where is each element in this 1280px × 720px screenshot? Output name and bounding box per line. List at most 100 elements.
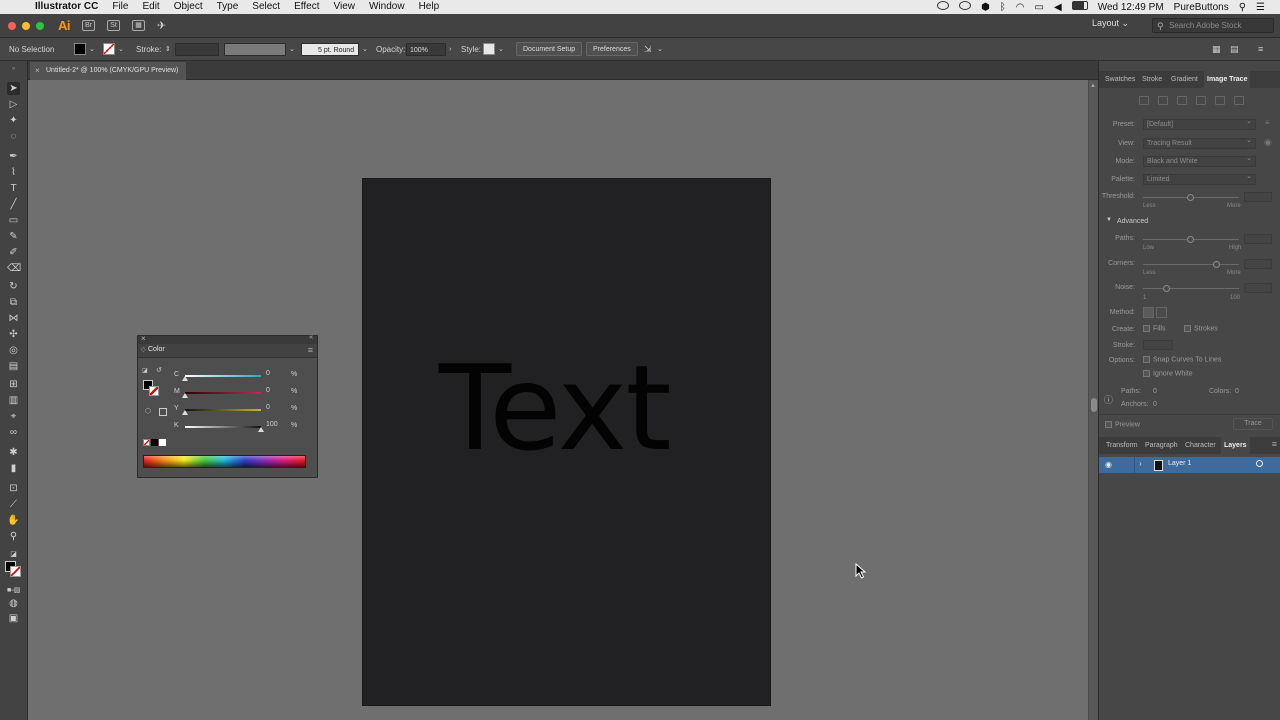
blend-tool-icon[interactable]: ∞ bbox=[7, 426, 20, 439]
expand-layer-chevron-icon[interactable]: › bbox=[1139, 459, 1142, 468]
stroke-swatch[interactable] bbox=[103, 43, 115, 55]
symbol-sprayer-tool-icon[interactable]: ✱ bbox=[7, 446, 20, 459]
menu-effect[interactable]: Effect bbox=[287, 0, 326, 14]
color-mode-icons[interactable]: ■▫▨ bbox=[7, 584, 20, 597]
menu-help[interactable]: Help bbox=[412, 0, 447, 14]
color-panel-collapse-icon[interactable]: « bbox=[309, 334, 313, 341]
preview-option[interactable]: Preview bbox=[1105, 421, 1140, 428]
grayscale-preset-icon[interactable] bbox=[1196, 96, 1206, 105]
stroke-stepper-icon[interactable]: ⇕ bbox=[165, 43, 171, 56]
preset-menu-icon[interactable]: ≡ bbox=[1265, 118, 1270, 127]
method-abutting-icon[interactable] bbox=[1143, 307, 1154, 318]
tab-gradient[interactable]: Gradient bbox=[1171, 71, 1198, 88]
screen-mode-icon[interactable]: ▣ bbox=[7, 612, 20, 625]
slice-tool-icon[interactable]: ⟋ bbox=[7, 498, 20, 511]
menu-view[interactable]: View bbox=[326, 0, 362, 14]
vertical-scrollbar[interactable]: ▲ bbox=[1088, 80, 1098, 720]
arrange-icon[interactable]: ⇲ bbox=[644, 43, 652, 56]
volume-icon[interactable]: ◀ bbox=[1049, 2, 1067, 13]
control-menu-icon[interactable]: ≡ bbox=[1258, 43, 1263, 56]
align-icon[interactable]: ▦ bbox=[1212, 43, 1221, 56]
profile-dropdown-icon[interactable]: ⌄ bbox=[289, 43, 295, 56]
type-tool-icon[interactable]: T bbox=[7, 182, 20, 195]
layer-target-icon[interactable] bbox=[1256, 460, 1263, 467]
corners-knob[interactable] bbox=[1213, 261, 1220, 268]
cyan-slider-track[interactable] bbox=[185, 375, 261, 377]
rotate-tool-icon[interactable]: ↻ bbox=[7, 280, 20, 293]
width-tool-icon[interactable]: ⋈ bbox=[7, 312, 20, 325]
fill-stroke-indicator[interactable] bbox=[5, 561, 21, 577]
white-quick-swatch[interactable] bbox=[159, 439, 166, 446]
corners-field[interactable] bbox=[1244, 259, 1272, 269]
opacity-arrow-icon[interactable]: › bbox=[449, 43, 451, 56]
fill-dropdown-icon[interactable]: ⌄ bbox=[89, 43, 95, 56]
menu-type[interactable]: Type bbox=[210, 0, 246, 14]
wifi-icon[interactable]: ◠ bbox=[1011, 2, 1030, 13]
snap-curves-option[interactable]: Snap Curves To Lines bbox=[1143, 356, 1221, 363]
hand-tool-icon[interactable]: ✋ bbox=[7, 514, 20, 527]
fills-option[interactable]: Fills bbox=[1143, 325, 1165, 332]
column-graph-tool-icon[interactable]: ▮ bbox=[7, 462, 20, 475]
menu-select[interactable]: Select bbox=[245, 0, 287, 14]
web-safe-icon[interactable] bbox=[159, 408, 167, 416]
zoom-tool-icon[interactable]: ⚲ bbox=[7, 530, 20, 543]
arrange-documents-icon[interactable]: ▦ bbox=[132, 20, 145, 31]
black-slider-handle[interactable] bbox=[258, 427, 264, 432]
black-quick-swatch[interactable] bbox=[151, 439, 158, 446]
yellow-slider-handle[interactable] bbox=[182, 410, 188, 415]
scroll-up-icon[interactable]: ▲ bbox=[1090, 83, 1096, 89]
cyan-slider-handle[interactable] bbox=[182, 376, 188, 381]
default-colors-icon[interactable]: ◪ bbox=[142, 367, 148, 374]
bluetooth-icon[interactable]: ᛒ bbox=[995, 2, 1011, 13]
menu-object[interactable]: Object bbox=[167, 0, 210, 14]
zoom-window-button[interactable] bbox=[36, 21, 44, 30]
stroke-width-field[interactable] bbox=[1143, 340, 1173, 350]
menu-app-name[interactable]: Illustrator CC bbox=[26, 0, 105, 14]
layer-row[interactable]: ◉ › Layer 1 bbox=[1099, 457, 1280, 473]
record-icon[interactable] bbox=[932, 1, 954, 13]
style-dropdown-icon[interactable]: ⌄ bbox=[498, 43, 504, 56]
shaper-tool-icon[interactable]: ✐ bbox=[7, 246, 20, 259]
menu-window[interactable]: Window bbox=[362, 0, 412, 14]
panel-options-icon[interactable]: ▤ bbox=[1230, 43, 1239, 56]
paths-knob[interactable] bbox=[1187, 236, 1194, 243]
advanced-label[interactable]: Advanced bbox=[1117, 218, 1148, 225]
preset-select[interactable]: [Default] bbox=[1143, 117, 1256, 130]
default-fill-stroke-icon[interactable]: ◪ bbox=[7, 548, 20, 561]
none-swatch[interactable] bbox=[143, 439, 150, 446]
color-panel-header[interactable]: × « bbox=[138, 334, 317, 344]
threshold-knob[interactable] bbox=[1187, 194, 1194, 201]
advanced-toggle-icon[interactable]: ▼ bbox=[1106, 217, 1112, 223]
tab-character[interactable]: Character bbox=[1185, 437, 1216, 454]
artboard[interactable]: Text bbox=[362, 178, 771, 706]
magenta-value[interactable]: 0 bbox=[266, 387, 286, 397]
mode-select[interactable]: Black and White bbox=[1143, 154, 1256, 167]
user-name[interactable]: PureButtons bbox=[1169, 2, 1234, 13]
ignore-white-option[interactable]: Ignore White bbox=[1143, 370, 1193, 377]
view-eye-icon[interactable]: ◉ bbox=[1264, 137, 1272, 148]
minimize-window-button[interactable] bbox=[22, 21, 30, 30]
auto-color-preset-icon[interactable] bbox=[1139, 96, 1149, 105]
direct-selection-tool-icon[interactable]: ▷ bbox=[7, 98, 20, 111]
color-panel-close-icon[interactable]: × bbox=[141, 334, 146, 343]
graphic-style-swatch[interactable] bbox=[483, 43, 495, 55]
menu-file[interactable]: File bbox=[105, 0, 135, 14]
stock-icon[interactable]: St bbox=[107, 20, 120, 31]
tab-transform[interactable]: Transform bbox=[1106, 437, 1138, 454]
eyedropper-tool-icon[interactable]: ⌖ bbox=[7, 410, 20, 423]
status-icon[interactable] bbox=[954, 1, 976, 13]
variable-width-profile[interactable] bbox=[224, 43, 286, 56]
scale-tool-icon[interactable]: ⧉ bbox=[7, 296, 20, 309]
pen-tool-icon[interactable]: ✒ bbox=[7, 150, 20, 163]
stock-search-input[interactable]: ⚲ Search Adobe Stock bbox=[1152, 18, 1274, 33]
color-tab-arrows-icon[interactable]: ◇ bbox=[141, 346, 146, 353]
outline-preset-icon[interactable] bbox=[1234, 96, 1244, 105]
perspective-grid-tool-icon[interactable]: ▤ bbox=[7, 360, 20, 373]
tab-image-trace[interactable]: Image Trace bbox=[1204, 71, 1251, 88]
shape-builder-tool-icon[interactable]: ◎ bbox=[7, 344, 20, 357]
visibility-eye-icon[interactable]: ◉ bbox=[1105, 460, 1112, 469]
view-select[interactable]: Tracing Result bbox=[1143, 136, 1256, 149]
draw-mode-icon[interactable]: ◍ bbox=[7, 597, 20, 610]
palette-select[interactable]: Limited bbox=[1143, 172, 1256, 185]
fill-swatch[interactable] bbox=[74, 43, 86, 55]
